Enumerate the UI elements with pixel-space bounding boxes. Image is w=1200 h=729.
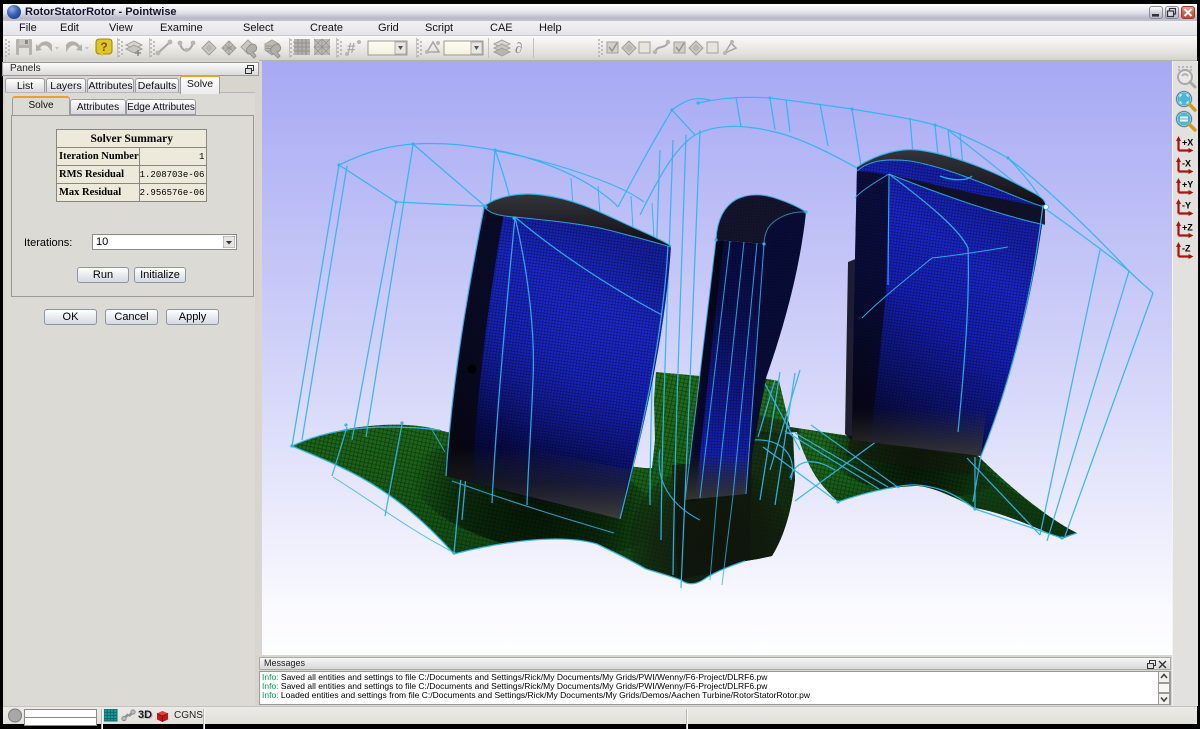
svg-text:∂: ∂ xyxy=(515,41,522,57)
svg-text:+Y: +Y xyxy=(1182,180,1193,190)
svg-text:+X: +X xyxy=(1182,138,1193,148)
svg-text:-Y: -Y xyxy=(1182,201,1191,211)
svg-text:+Z: +Z xyxy=(1182,223,1193,233)
svg-text:?: ? xyxy=(100,40,107,54)
svg-text:-Z: -Z xyxy=(1182,244,1191,254)
svg-text:-X: -X xyxy=(1182,159,1191,169)
